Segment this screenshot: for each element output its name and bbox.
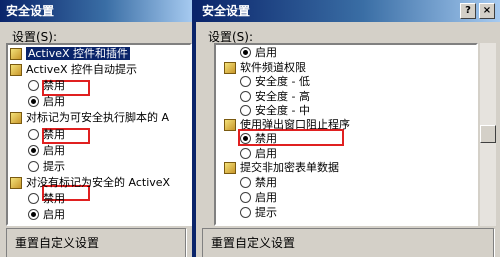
- setting-folder-icon: [224, 62, 236, 74]
- radio-checked-icon: [28, 209, 39, 220]
- list-item-setting-group[interactable]: 对标记为可安全执行脚本的 A: [10, 110, 169, 126]
- list-item-label: 提示: [43, 160, 65, 173]
- list-item-label: ActiveX 控件和插件: [26, 47, 131, 60]
- list-item-option[interactable]: 启用: [240, 190, 277, 206]
- list-item-option[interactable]: 启用: [28, 207, 65, 223]
- radio-checked-icon: [28, 96, 39, 107]
- list-item-option[interactable]: 禁用: [240, 131, 277, 147]
- list-item-label: 禁用: [255, 176, 277, 189]
- list-item-option[interactable]: 启用: [28, 143, 65, 159]
- list-item-label: 安全度 - 中: [255, 104, 310, 117]
- list-item-label: 提交非加密表单数据: [240, 161, 339, 174]
- radio-unchecked-icon: [240, 148, 251, 159]
- list-item-label: 启用: [43, 95, 65, 108]
- radio-unchecked-icon: [28, 225, 39, 226]
- radio-checked-icon: [240, 133, 251, 144]
- list-item-label: 使用弹出窗口阻止程序: [240, 118, 350, 131]
- list-item-setting-group[interactable]: 对没有标记为安全的 ActiveX: [10, 175, 170, 191]
- list-item-label: 软件频道权限: [240, 61, 306, 74]
- radio-unchecked-icon: [240, 192, 251, 203]
- list-item-setting-group[interactable]: 提交非加密表单数据: [224, 160, 339, 176]
- list-item-label: 启用: [255, 147, 277, 160]
- setting-folder-icon: [10, 177, 22, 189]
- reset-group-label: 重置自定义设置: [12, 234, 103, 251]
- list-item-label: 禁用: [43, 79, 65, 92]
- window-title: 安全设置: [0, 0, 192, 22]
- radio-unchecked-icon: [28, 193, 39, 204]
- close-button[interactable]: ×: [479, 3, 495, 19]
- radio-unchecked-icon: [240, 105, 251, 116]
- scrollbar-thumb[interactable]: [480, 125, 496, 143]
- radio-unchecked-icon: [240, 91, 251, 102]
- setting-folder-icon: [224, 119, 236, 131]
- list-item-label: 禁用: [43, 128, 65, 141]
- radio-unchecked-icon: [240, 207, 251, 218]
- help-button[interactable]: ?: [460, 3, 476, 19]
- radio-unchecked-icon: [28, 80, 39, 91]
- setting-folder-icon: [10, 112, 22, 124]
- list-item-label: 安全度 - 高: [255, 90, 310, 103]
- list-item-label: ActiveX 控件自动提示: [26, 63, 138, 76]
- vertical-scrollbar[interactable]: [480, 43, 496, 226]
- list-item-label: 对没有标记为安全的 ActiveX: [26, 176, 171, 189]
- list-item-option[interactable]: 启用: [240, 45, 277, 61]
- list-item-option[interactable]: 禁用: [28, 127, 65, 143]
- list-item-label: 提示: [43, 224, 65, 226]
- reset-group-label: 重置自定义设置: [208, 234, 299, 251]
- list-item-setting-group[interactable]: ActiveX 控件自动提示: [10, 62, 137, 78]
- security-settings-window-right: 安全设置 ? × 设置(S): 启用 软件频道权限 安全度 - 低安全度 - 高安全…: [196, 0, 500, 257]
- list-item-option[interactable]: 提示: [28, 223, 65, 226]
- setting-folder-icon: [10, 48, 22, 60]
- list-item-label: 启用: [43, 208, 65, 221]
- radio-unchecked-icon: [240, 177, 251, 188]
- radio-unchecked-icon: [240, 76, 251, 87]
- setting-folder-icon: [224, 162, 236, 174]
- radio-checked-icon: [28, 145, 39, 156]
- settings-listbox[interactable]: 启用 软件频道权限 安全度 - 低安全度 - 高安全度 - 中使用弹出窗口阻止程序禁…: [214, 43, 478, 226]
- list-item-option[interactable]: 提示: [28, 159, 65, 175]
- list-item-option[interactable]: 启用: [28, 94, 65, 110]
- window-title: 安全设置: [196, 0, 500, 22]
- list-item-label: 禁用: [43, 192, 65, 205]
- security-settings-window-left: 安全设置 设置(S): ActiveX 控件和插件 ActiveX 控件自动提示禁…: [0, 0, 192, 257]
- list-item-option[interactable]: 提示: [240, 205, 277, 221]
- list-item-option[interactable]: 安全度 - 低: [240, 74, 310, 90]
- radio-unchecked-icon: [28, 129, 39, 140]
- list-item-label: 对标记为可安全执行脚本的 A: [26, 111, 170, 124]
- radio-unchecked-icon: [28, 161, 39, 172]
- list-item-option[interactable]: 禁用: [28, 191, 65, 207]
- list-item-label: 安全度 - 低: [255, 75, 310, 88]
- list-item-label: 启用: [43, 144, 65, 157]
- settings-listbox[interactable]: ActiveX 控件和插件 ActiveX 控件自动提示 禁用 启用 对标记为可安全执行…: [6, 43, 192, 226]
- list-item-label: 启用: [255, 46, 277, 59]
- list-item-label: 禁用: [255, 132, 277, 145]
- setting-folder-icon: [10, 64, 22, 76]
- list-item-label: 启用: [255, 191, 277, 204]
- list-item-option[interactable]: 禁用: [240, 175, 277, 191]
- list-item-setting-group[interactable]: ActiveX 控件和插件: [10, 46, 131, 62]
- list-item-option[interactable]: 禁用: [28, 78, 65, 94]
- radio-checked-icon: [240, 47, 251, 58]
- list-item-label: 提示: [255, 206, 277, 219]
